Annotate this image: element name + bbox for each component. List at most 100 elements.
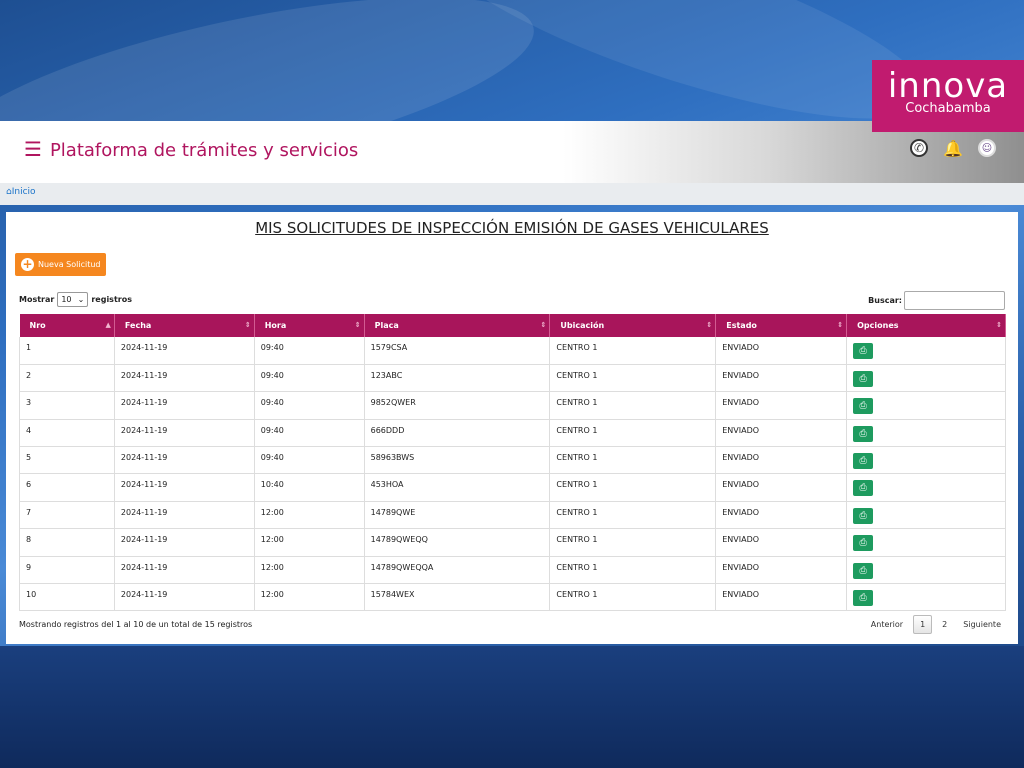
cell-placa: 58963BWS [364,446,551,475]
cell-placa: 14789QWEQQ [364,528,551,557]
print-button[interactable]: ⎙ [853,398,874,415]
sort-icon: ▲ [105,321,111,329]
new-request-button[interactable]: + Nueva Solicitud [15,253,107,276]
print-button[interactable]: ⎙ [853,453,874,470]
cell-hora: 12:00 [254,583,365,612]
table-row: 1 2024-11-19 09:40 1579CSA CENTRO 1 ENVIADO ⎙ [19,337,1006,365]
next-page-button[interactable]: Siguiente [957,616,1007,633]
table-row: 10 2024-11-19 12:00 15784WEX CENTRO 1 ENVIADO… [19,583,1006,612]
print-button[interactable]: ⎙ [853,562,874,579]
avatar-icon[interactable]: ☺ [978,139,996,157]
search-input[interactable] [904,291,1005,310]
search-label: Buscar: [868,296,902,305]
cell-opciones: ⎙ [846,391,1006,420]
column-header-nro[interactable]: Nro ▲ [19,314,115,337]
print-button[interactable]: ⎙ [853,425,874,442]
previous-page-button[interactable]: Anterior [865,616,909,633]
cell-hora: 09:40 [254,446,365,475]
page-size-select[interactable]: 10 ⌄ [57,292,89,307]
column-header-hora[interactable]: Hora ⇕ [254,314,365,337]
print-button[interactable]: ⎙ [853,480,874,497]
cell-ubicacion: CENTRO 1 [549,364,717,393]
cell-fecha: 2024-11-19 [114,419,255,448]
print-button[interactable]: ⎙ [853,343,874,359]
cell-ubicacion: CENTRO 1 [549,501,717,530]
column-header-fecha[interactable]: Fecha ⇕ [114,314,255,337]
table-body: 1 2024-11-19 09:40 1579CSA CENTRO 1 ENVIADO ⎙ 2… [19,337,1006,612]
hamburger-icon[interactable]: ☰ [24,137,42,161]
cell-ubicacion: CENTRO 1 [549,528,717,557]
column-header-placa[interactable]: Placa ⇕ [364,314,551,337]
column-header-estado[interactable]: Estado ⇕ [715,314,848,337]
cell-hora: 12:00 [254,528,365,557]
cell-placa: 14789QWEQQA [364,556,551,585]
printer-icon: ⎙ [859,565,867,576]
printer-icon: ⎙ [859,483,867,494]
breadcrumb-home[interactable]: ⌂Inicio [6,187,36,197]
sort-icon: ⇕ [837,321,844,329]
background-bottom [0,646,1024,768]
search-control: Buscar: [868,291,1005,310]
table-row: 5 2024-11-19 09:40 58963BWS CENTRO 1 ENVIADO ⎙ [19,446,1006,475]
column-label: Estado [726,321,757,330]
cell-ubicacion: CENTRO 1 [549,473,717,502]
cell-estado: ENVIADO [715,446,848,475]
printer-icon: ⎙ [859,510,867,521]
print-button[interactable]: ⎙ [853,590,874,607]
cell-fecha: 2024-11-19 [114,364,255,393]
bell-icon[interactable]: 🔔 [943,139,963,158]
cell-nro: 5 [19,446,115,475]
cell-estado: ENVIADO [715,501,848,530]
printer-icon: ⎙ [859,456,867,467]
cell-nro: 3 [19,391,115,420]
cell-opciones: ⎙ [846,364,1006,393]
pagination: Anterior 1 2 Siguiente [865,615,1007,634]
cell-opciones: ⎙ [846,446,1006,475]
cell-hora: 09:40 [254,364,365,393]
whatsapp-icon[interactable]: ✆ [910,139,928,157]
cell-ubicacion: CENTRO 1 [549,583,717,612]
cell-fecha: 2024-11-19 [114,473,255,502]
cell-nro: 8 [19,528,115,557]
print-button[interactable]: ⎙ [853,370,874,387]
column-label: Ubicación [560,321,605,330]
column-header-opciones[interactable]: Opciones ⇕ [846,314,1006,337]
app-title: Plataforma de trámites y servicios [49,140,359,161]
table-info: Mostrando registros del 1 al 10 de un to… [19,620,253,629]
column-header-ubicacion[interactable]: Ubicación ⇕ [549,314,717,337]
cell-estado: ENVIADO [715,556,848,585]
cell-fecha: 2024-11-19 [114,528,255,557]
table-row: 9 2024-11-19 12:00 14789QWEQQA CENTRO 1 ENVIA… [19,556,1006,585]
table-header-row: Nro ▲ Fecha ⇕ Hora ⇕ Placa ⇕ Ubicación ⇕ Esta… [19,314,1006,337]
cell-estado: ENVIADO [715,391,848,420]
page-button-2[interactable]: 2 [936,616,953,633]
table-row: 7 2024-11-19 12:00 14789QWE CENTRO 1 ENVIADO ⎙ [19,501,1006,530]
column-label: Placa [374,321,399,330]
column-label: Nro [29,321,46,330]
cell-opciones: ⎙ [846,583,1006,612]
print-button[interactable]: ⎙ [853,507,874,524]
cell-fecha: 2024-11-19 [114,501,255,530]
cell-fecha: 2024-11-19 [114,583,255,612]
records-label: registros [91,295,132,304]
cell-estado: ENVIADO [715,528,848,557]
cell-fecha: 2024-11-19 [114,446,255,475]
table-row: 8 2024-11-19 12:00 14789QWEQQ CENTRO 1 ENVIAD… [19,528,1006,557]
cell-ubicacion: CENTRO 1 [549,556,717,585]
plus-icon: + [21,257,34,271]
cell-placa: 9852QWER [364,391,551,420]
table-row: 6 2024-11-19 10:40 453HOA CENTRO 1 ENVIADO ⎙ [19,473,1006,502]
page-button-1[interactable]: 1 [913,615,933,634]
cell-nro: 9 [19,556,115,585]
chevron-down-icon: ⌄ [77,295,85,304]
page-title: MIS SOLICITUDES DE INSPECCIÓN EMISIÓN DE… [255,219,769,237]
column-label: Fecha [124,321,152,330]
cell-opciones: ⎙ [846,528,1006,557]
cell-ubicacion: CENTRO 1 [549,419,717,448]
app-header: ☰ Plataforma de trámites y servicios ✆ 🔔 … [0,121,1024,183]
cell-opciones: ⎙ [846,337,1006,365]
cell-hora: 10:40 [254,473,365,502]
cell-hora: 09:40 [254,391,365,420]
page-size-value: 10 [61,295,72,304]
print-button[interactable]: ⎙ [853,535,874,552]
